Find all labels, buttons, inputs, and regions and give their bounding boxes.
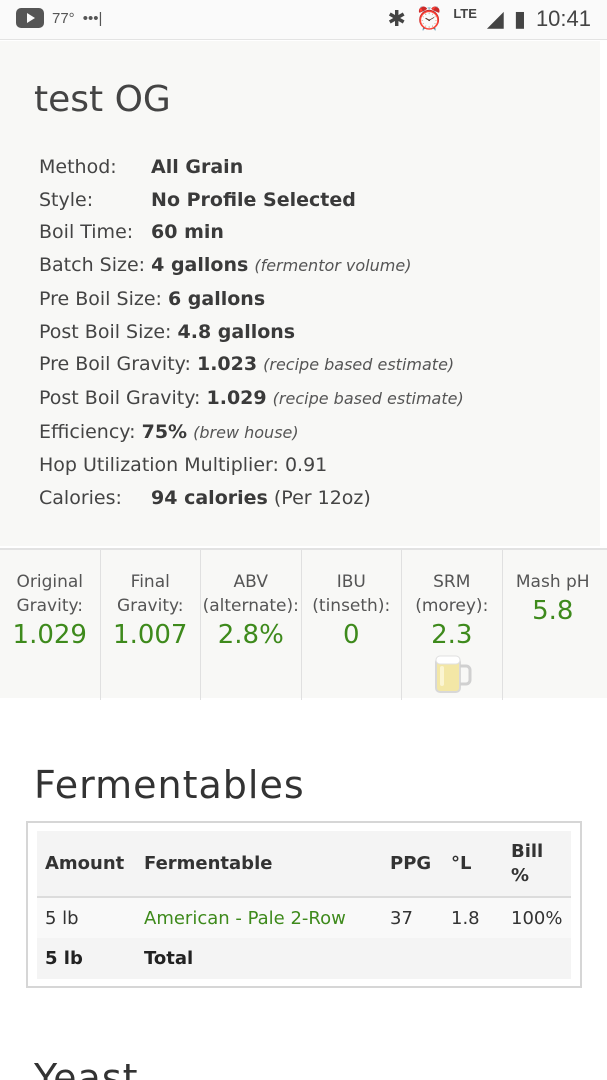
stat-value: 1.029 — [12, 620, 87, 650]
temperature: 77° — [52, 9, 75, 27]
youtube-icon — [16, 8, 44, 28]
clock: 10:41 — [535, 6, 591, 31]
efficiency-value: 75% — [141, 420, 188, 443]
col-fermentable: Fermentable — [136, 831, 382, 898]
recipe-details: Method: All Grain Style: No Profile Sele… — [39, 151, 464, 515]
stat-srm: SRM (morey): 2.3 — [402, 550, 503, 700]
col-bill: Bill % — [503, 831, 571, 898]
method-value: All Grain — [151, 156, 244, 178]
col-lovibond: °L — [443, 831, 503, 898]
pre-boil-gravity-row: Pre Boil Gravity: 1.023 (recipe based es… — [39, 353, 455, 376]
signal-icon: ◢ — [486, 6, 504, 31]
calories-row: Calories: 94 calories (Per 12oz) — [39, 487, 371, 510]
boil-time-value: 60 min — [151, 221, 224, 244]
stat-mash-ph: Mash pH 5.8 — [503, 550, 604, 700]
fermentable-link[interactable]: American - Pale 2-Row — [136, 897, 382, 938]
network-type: LTE — [453, 5, 477, 21]
stat-value: 1.007 — [113, 620, 188, 650]
yeast-heading: Yeast — [34, 1056, 139, 1080]
efficiency-note: (brew house) — [193, 422, 299, 442]
beer-mug-icon — [434, 655, 472, 693]
post-boil-size-row: Post Boil Size: 4.8 gallons — [39, 320, 296, 343]
stat-ibu: IBU (tinseth): 0 — [302, 550, 402, 700]
stat-abv: ABV (alternate): 2.8% — [201, 550, 302, 700]
boil-time-row: Boil Time: 60 min — [39, 221, 224, 244]
total-label: Total — [136, 938, 382, 979]
efficiency-row: Efficiency: 75% (brew house) — [39, 420, 299, 443]
pre-boil-gravity-value: 1.023 — [196, 353, 258, 376]
batch-size-row: Batch Size: 4 gallons (fermentor volume) — [39, 254, 412, 277]
table-header-row: Amount Fermentable PPG °L Bill % — [37, 831, 571, 898]
calories-value: 94 calories — [151, 487, 268, 510]
recipe-info-card: test OG Method: All Grain Style: No Prof… — [0, 41, 600, 546]
pre-boil-size-row: Pre Boil Size: 6 gallons — [39, 287, 266, 310]
notification-dots: •••| — [82, 9, 103, 27]
fermentables-table-container: Amount Fermentable PPG °L Bill % 5 lb Am… — [26, 821, 582, 988]
pre-boil-size-value: 6 gallons — [167, 287, 266, 310]
stat-value: 2.3 — [431, 620, 473, 650]
post-boil-size-value: 4.8 gallons — [177, 320, 296, 343]
status-bar: 77° •••| ✱ ⏰ LTE ◢ ▮ 10:41 — [0, 0, 607, 40]
method-row: Method: All Grain — [39, 156, 244, 178]
bluetooth-icon: ✱ — [387, 6, 406, 31]
stat-value: 0 — [342, 620, 360, 650]
total-amount: 5 lb — [37, 938, 136, 979]
ppg-cell: 37 — [382, 897, 443, 938]
stat-original-gravity: Original Gravity: 1.029 — [0, 550, 101, 700]
pre-boil-gravity-note: (recipe based estimate) — [263, 355, 455, 375]
post-boil-gravity-value: 1.029 — [206, 386, 267, 409]
battery-icon: ▮ — [513, 6, 526, 31]
amount-cell: 5 lb — [37, 897, 136, 938]
bill-cell: 100% — [503, 897, 571, 938]
total-row: 5 lb Total — [37, 938, 571, 979]
style-value: No Profile Selected — [151, 188, 356, 211]
recipe-title: test OG — [34, 79, 171, 120]
style-row: Style: No Profile Selected — [39, 188, 356, 211]
lovibond-cell: 1.8 — [443, 897, 503, 938]
stat-value: 5.8 — [532, 596, 574, 626]
post-boil-gravity-note: (recipe based estimate) — [272, 388, 464, 408]
stats-panel: Original Gravity: 1.029 Final Gravity: 1… — [0, 548, 607, 700]
hop-utilization-value: 0.91 — [284, 454, 328, 477]
fermentables-table: Amount Fermentable PPG °L Bill % 5 lb Am… — [37, 831, 571, 979]
batch-size-note: (fermentor volume) — [254, 256, 412, 276]
stat-value: 2.8% — [217, 620, 284, 650]
stat-final-gravity: Final Gravity: 1.007 — [101, 550, 201, 700]
hop-utilization-row: Hop Utilization Multiplier: 0.91 — [39, 454, 328, 477]
table-row: 5 lb American - Pale 2-Row 37 1.8 100% — [37, 897, 571, 938]
post-boil-gravity-row: Post Boil Gravity: 1.029 (recipe based e… — [39, 386, 464, 409]
batch-size-value: 4 gallons — [151, 254, 249, 277]
col-ppg: PPG — [382, 831, 443, 898]
calories-note: (Per 12oz) — [273, 487, 371, 510]
fermentables-heading: Fermentables — [34, 763, 305, 807]
alarm-icon: ⏰ — [415, 6, 444, 31]
col-amount: Amount — [37, 831, 136, 898]
